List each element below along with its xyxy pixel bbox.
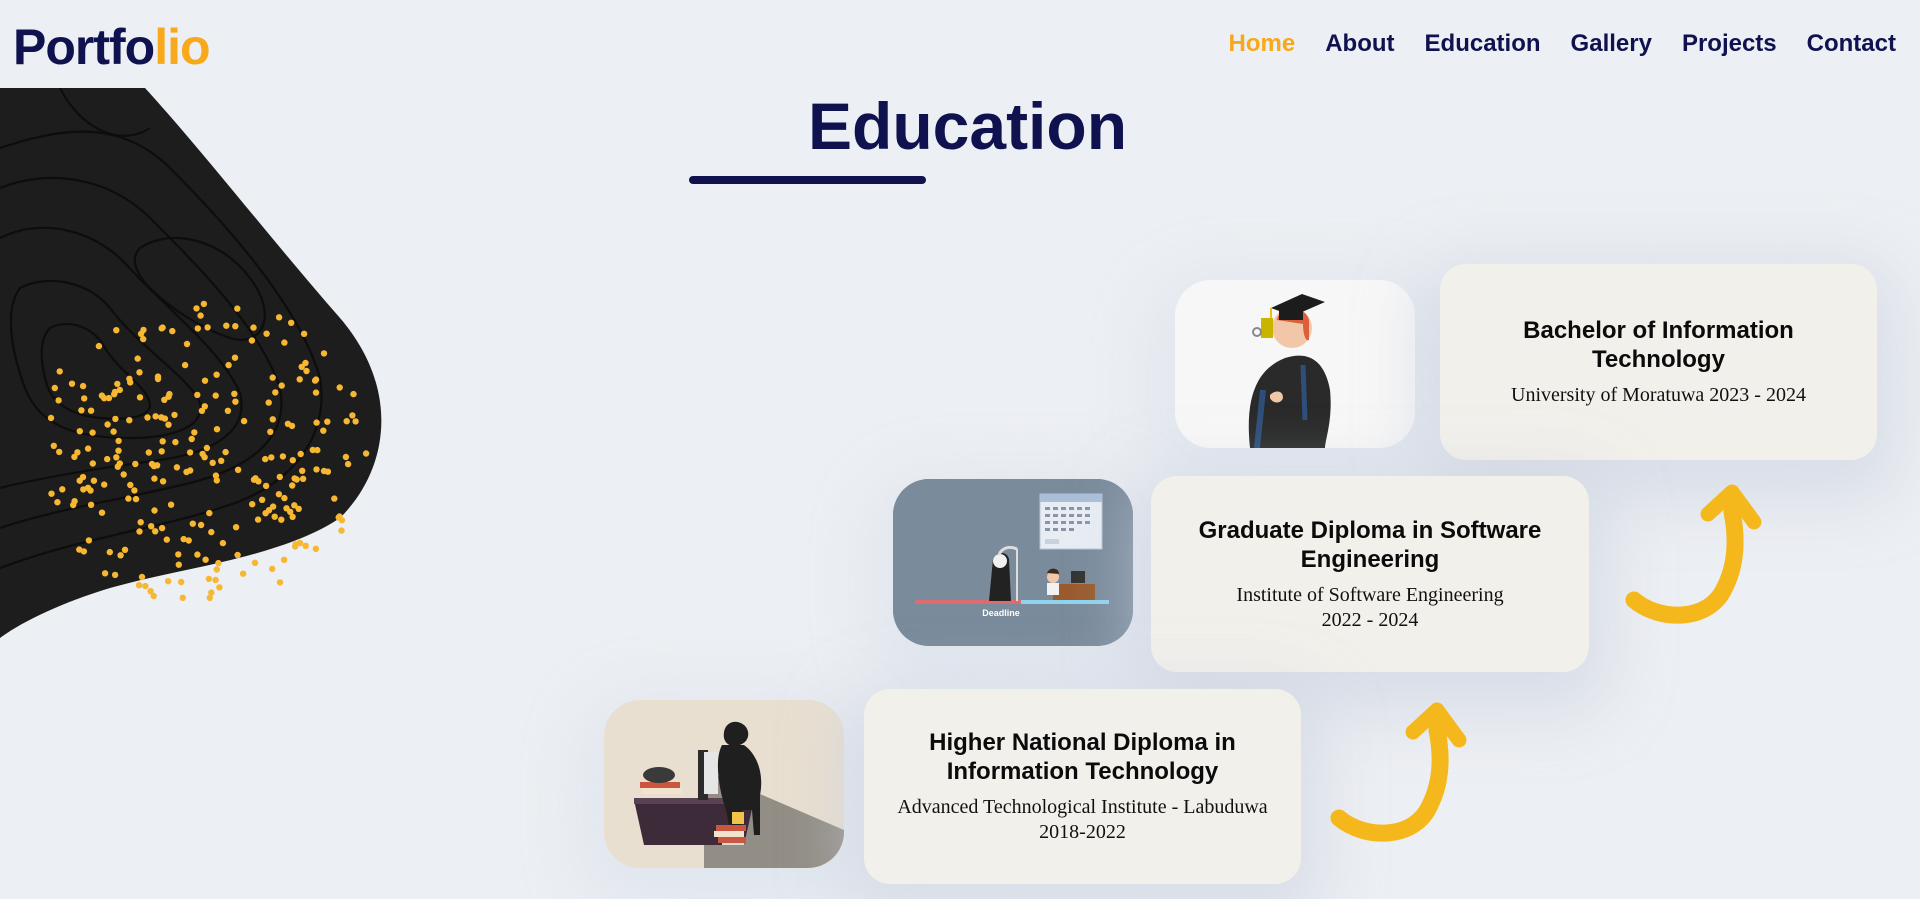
site-header: Portfolio Home About Education Gallery P… xyxy=(0,0,1920,90)
education-card-hnd: Higher National Diploma in Information T… xyxy=(864,689,1301,884)
section-title: Education xyxy=(808,89,1128,163)
decorative-blob xyxy=(0,88,382,638)
nav-contact[interactable]: Contact xyxy=(1807,30,1896,58)
education-card-bachelor: Bachelor of Information Technology Unive… xyxy=(1440,264,1877,460)
title-underline xyxy=(689,176,926,184)
degree-details: Institute of Software Engineering 2022 -… xyxy=(1236,583,1504,631)
curved-arrow-icon xyxy=(1330,702,1467,842)
degree-details: Advanced Technological Institute - Labud… xyxy=(897,796,1268,843)
degree-title: Higher National Diploma in Information T… xyxy=(929,729,1236,785)
deadline-icon xyxy=(893,479,1133,646)
logo[interactable]: Portfolio xyxy=(13,18,211,76)
main-nav: Home About Education Gallery Projects Co… xyxy=(1229,30,1896,58)
logo-part-1: Portfo xyxy=(13,19,155,75)
study-desk-icon xyxy=(604,700,844,868)
nav-about[interactable]: About xyxy=(1325,30,1394,58)
nav-education[interactable]: Education xyxy=(1425,30,1541,58)
deadline-label: Deadline xyxy=(982,608,1020,618)
deadline-illustration: Deadline xyxy=(893,479,1133,646)
education-card-graduate-diploma: Graduate Diploma in Software Engineering… xyxy=(1151,476,1589,672)
curved-arrow-icon xyxy=(1625,484,1762,624)
nav-projects[interactable]: Projects xyxy=(1682,30,1777,58)
graduate-icon xyxy=(1175,280,1415,448)
nav-home[interactable]: Home xyxy=(1229,30,1296,58)
nav-gallery[interactable]: Gallery xyxy=(1571,30,1652,58)
degree-title: Graduate Diploma in Software Engineering xyxy=(1198,516,1542,573)
degree-title: Bachelor of Information Technology xyxy=(1523,317,1794,373)
graduate-illustration xyxy=(1175,280,1415,448)
degree-details: University of Moratuwa 2023 - 2024 xyxy=(1511,384,1806,406)
logo-part-2: lio xyxy=(154,19,210,75)
study-desk-illustration xyxy=(604,700,844,868)
